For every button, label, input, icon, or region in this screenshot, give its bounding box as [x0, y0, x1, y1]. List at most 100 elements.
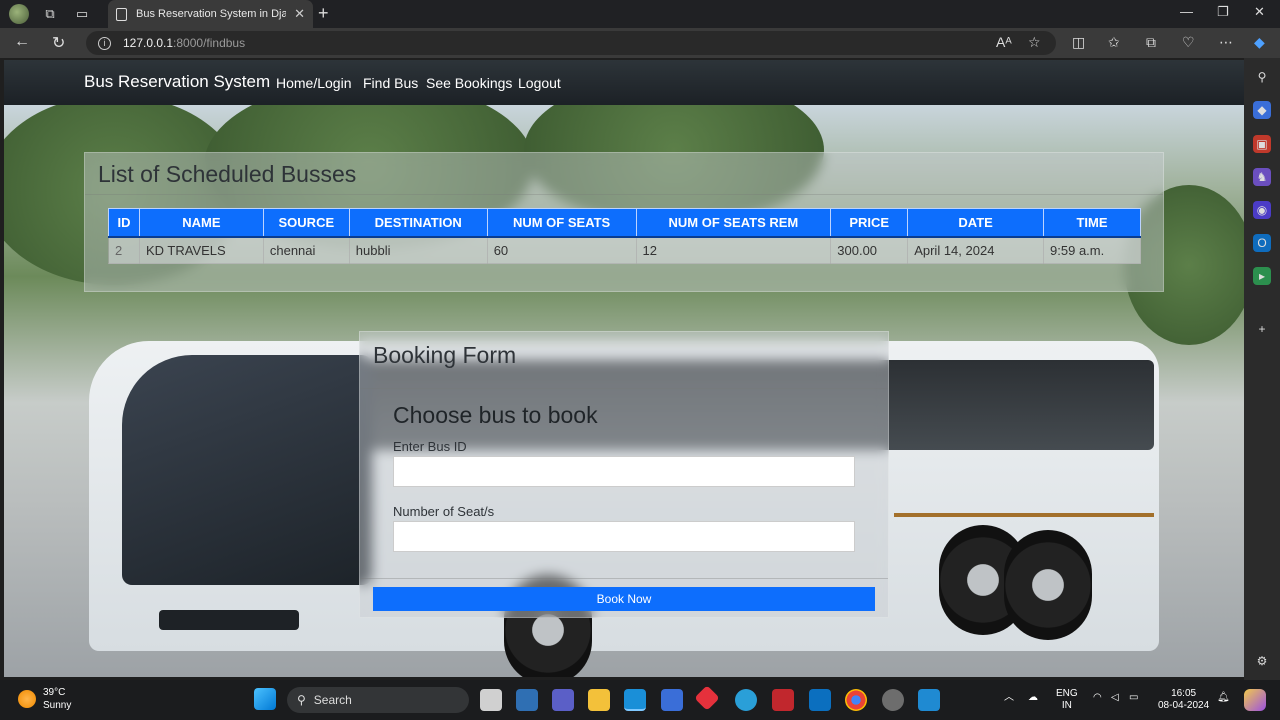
taskbar-search[interactable]: ⚲ Search	[287, 687, 469, 713]
settings-app-icon[interactable]	[882, 689, 904, 711]
close-tab-icon[interactable]: ✕	[294, 6, 305, 22]
tab-actions-icon[interactable]: ▭	[71, 3, 93, 25]
split-screen-icon[interactable]: ◫	[1072, 34, 1085, 51]
col-destination: DESTINATION	[348, 208, 488, 238]
date: 08-04-2024	[1158, 700, 1210, 711]
search-icon: ⚲	[297, 693, 306, 707]
outlook-app-icon[interactable]	[809, 689, 831, 711]
copilot-sidebar-icon[interactable]: ◉	[1253, 201, 1271, 219]
url-bar[interactable]: i 127.0.0.1 :8000/findbus	[86, 31, 1056, 55]
cell-time: 9:59 a.m.	[1043, 236, 1141, 264]
python-idle-icon[interactable]	[735, 689, 757, 711]
col-source: SOURCE	[262, 208, 350, 238]
col-date: DATE	[907, 208, 1045, 238]
seats-input[interactable]	[393, 521, 855, 552]
weather-sun-icon[interactable]	[18, 690, 36, 708]
lang-bottom: IN	[1061, 700, 1072, 711]
schedule-panel: List of Scheduled Busses ID NAME SOURCE …	[84, 152, 1164, 292]
notification-bell-icon[interactable]: 🔔︎	[1217, 692, 1230, 704]
collections-icon[interactable]: ⧉	[1146, 34, 1156, 51]
col-time: TIME	[1043, 208, 1141, 238]
outlook-icon[interactable]: O	[1253, 234, 1271, 252]
close-window-icon[interactable]: ✕	[1254, 4, 1265, 20]
tab-title: Bus Reservation System in Djang	[136, 8, 287, 20]
profile-avatar[interactable]	[9, 4, 29, 24]
shopping-icon[interactable]: ◆	[1253, 101, 1271, 119]
anydesk-icon[interactable]	[694, 685, 720, 711]
file-explorer-icon[interactable]	[588, 689, 610, 711]
games-icon[interactable]: ♞	[1253, 168, 1271, 186]
onedrive-icon[interactable]: ☁	[1028, 692, 1038, 704]
wifi-icon[interactable]: ◠	[1093, 692, 1102, 704]
active-tab[interactable]: Bus Reservation System in Djang ✕	[108, 0, 313, 28]
nav-logout[interactable]: Logout	[518, 75, 561, 91]
copilot-taskbar-icon[interactable]	[1244, 689, 1266, 711]
nav-see-bookings[interactable]: See Bookings	[426, 75, 512, 91]
col-name: NAME	[138, 208, 264, 238]
store-icon[interactable]	[661, 689, 683, 711]
url-host: 127.0.0.1	[123, 36, 174, 50]
cell-source: chennai	[262, 236, 350, 264]
bus-id-input[interactable]	[393, 456, 855, 487]
search-icon[interactable]: ⚲	[1253, 68, 1271, 86]
teams-icon[interactable]	[552, 689, 574, 711]
bus-id-label: Enter Bus ID	[393, 439, 467, 454]
clock[interactable]: 16:05 08-04-2024	[1158, 688, 1209, 712]
lang-top: ENG	[1056, 688, 1078, 699]
cell-num-seats: 60	[486, 236, 637, 264]
schedule-title: List of Scheduled Busses	[85, 153, 1163, 195]
nav-home-login[interactable]: Home/Login	[276, 75, 352, 91]
favorites-icon[interactable]: ✩	[1108, 34, 1120, 51]
cell-id: 2	[108, 236, 140, 264]
cell-price: 300.00	[830, 236, 909, 264]
nav-find-bus[interactable]: Find Bus	[363, 75, 418, 91]
page-icon	[116, 7, 127, 21]
temperature: 39°C	[43, 687, 66, 698]
col-seats-rem: NUM OF SEATS REM	[635, 208, 832, 238]
edge-browser-icon[interactable]	[624, 689, 646, 711]
battery-icon[interactable]: ▭	[1129, 692, 1138, 704]
settings-more-icon[interactable]: ⋯	[1219, 34, 1233, 51]
seats-label: Number of Seat/s	[393, 504, 495, 519]
brand-link[interactable]: Bus Reservation System	[84, 72, 270, 92]
tray-overflow-icon[interactable]: ︿	[1004, 692, 1014, 704]
cell-name: KD TRAVELS	[138, 236, 264, 264]
favorite-star-icon[interactable]: ☆	[1028, 34, 1041, 51]
booking-subtitle: Choose bus to book	[393, 402, 598, 428]
cell-seats-rem: 12	[635, 236, 832, 264]
read-aloud-icon[interactable]: Aᴬ	[996, 34, 1012, 50]
bus-wheel	[1004, 530, 1092, 640]
bus-windshield	[122, 355, 372, 585]
bus-stripe	[894, 513, 1154, 517]
vscode-icon[interactable]	[918, 689, 940, 711]
volume-icon[interactable]: ◁	[1111, 692, 1119, 704]
url-path: :8000/findbus	[173, 36, 246, 50]
col-id: ID	[108, 208, 140, 238]
chrome-icon[interactable]	[845, 689, 867, 711]
drop-icon[interactable]: ▸	[1253, 267, 1271, 285]
start-windows-icon[interactable]	[254, 688, 276, 710]
task-view-icon[interactable]	[480, 689, 502, 711]
add-sidebar-icon[interactable]: +	[1253, 320, 1271, 338]
edge-sidebar: ⚲ ◆ ▣ ♞ ◉ O ▸ + ⚙	[1244, 58, 1280, 680]
windows-taskbar: 39°C Sunny ⚲ Search ︿ ☁ ENG IN ◠ ◁ ▭ 16:…	[0, 680, 1280, 720]
refresh-icon[interactable]: ↻	[52, 33, 65, 53]
new-tab-button[interactable]: +	[318, 3, 329, 24]
site-info-icon[interactable]: i	[98, 36, 111, 50]
tools-icon[interactable]: ▣	[1253, 135, 1271, 153]
back-icon[interactable]: ←	[14, 33, 30, 51]
language-indicator[interactable]: ENG IN	[1056, 688, 1078, 712]
col-num-seats: NUM OF SEATS	[486, 208, 637, 238]
maximize-icon[interactable]: ❐	[1217, 4, 1229, 20]
bus-grille	[159, 610, 299, 630]
widgets-app-icon[interactable]	[516, 689, 538, 711]
workspaces-icon[interactable]: ⧉	[39, 3, 61, 25]
book-now-button[interactable]: Book Now	[373, 587, 875, 611]
minimize-icon[interactable]: —	[1180, 4, 1193, 19]
browser-essentials-icon[interactable]: ♡	[1182, 34, 1195, 51]
mcafee-icon[interactable]	[772, 689, 794, 711]
booking-title: Booking Form	[360, 332, 888, 389]
sidebar-settings-icon[interactable]: ⚙	[1253, 652, 1271, 670]
weather-widget[interactable]: 39°C Sunny	[43, 686, 71, 712]
copilot-icon[interactable]: ◆	[1254, 34, 1265, 51]
